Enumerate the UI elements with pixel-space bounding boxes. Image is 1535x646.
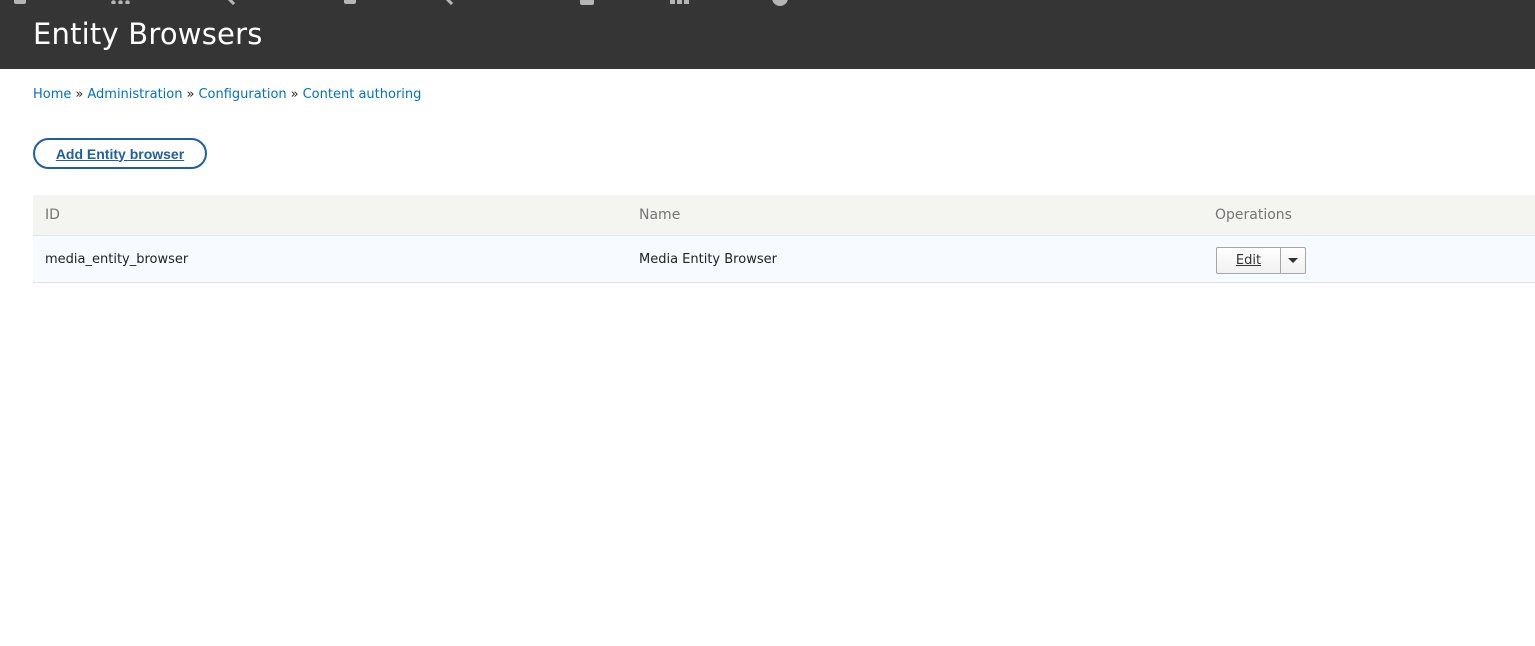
bars-icon[interactable]	[670, 0, 690, 5]
menu-icon[interactable]	[14, 0, 26, 5]
column-header-operations: Operations	[1215, 207, 1292, 223]
breadcrumb-separator: »	[75, 87, 84, 102]
structure-icon[interactable]	[344, 0, 356, 5]
breadcrumb-separator: »	[186, 87, 195, 102]
operations-dropbutton: Edit	[1216, 247, 1306, 274]
operations-toggle-button[interactable]	[1280, 247, 1306, 274]
breadcrumb-content-authoring[interactable]: Content authoring	[303, 87, 422, 102]
breadcrumb-configuration[interactable]: Configuration	[198, 87, 286, 102]
column-header-id: ID	[45, 207, 60, 223]
breadcrumb-administration[interactable]: Administration	[87, 87, 182, 102]
cell-id: media_entity_browser	[45, 252, 189, 267]
table-row: media_entity_browser Media Entity Browse…	[33, 236, 1535, 283]
dots-icon[interactable]	[110, 0, 130, 5]
table-header: ID Name Operations	[33, 195, 1535, 236]
entity-browser-table: ID Name Operations media_entity_browser …	[33, 195, 1535, 283]
add-entity-browser-button[interactable]: Add Entity browser	[33, 138, 207, 169]
wrench-icon[interactable]	[225, 0, 241, 6]
breadcrumb-separator: »	[290, 87, 299, 102]
admin-toolbar	[0, 0, 1535, 6]
person-icon[interactable]	[580, 0, 594, 5]
caret-down-icon	[1288, 258, 1298, 263]
wrench-icon[interactable]	[443, 0, 459, 6]
page-title: Entity Browsers	[33, 17, 263, 51]
breadcrumb-home[interactable]: Home	[33, 87, 71, 102]
cell-name: Media Entity Browser	[639, 252, 777, 267]
help-icon[interactable]	[772, 0, 788, 6]
admin-header: Entity Browsers	[0, 0, 1535, 69]
breadcrumb: Home» Administration» Configuration» Conten…	[33, 87, 421, 102]
edit-button[interactable]: Edit	[1216, 247, 1280, 274]
column-header-name: Name	[639, 207, 681, 223]
